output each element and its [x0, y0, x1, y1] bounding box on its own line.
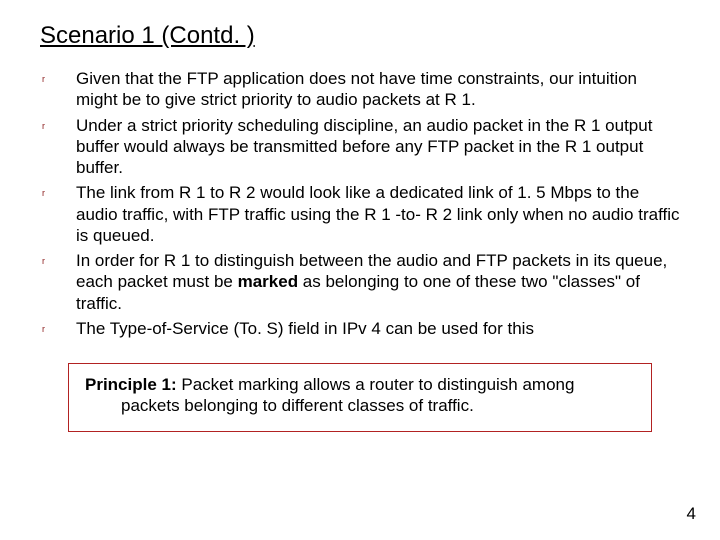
bullet-icon: r	[40, 68, 76, 85]
list-item: r Under a strict priority scheduling dis…	[40, 115, 680, 179]
bullet-icon: r	[40, 250, 76, 267]
bullet-list: r Given that the FTP application does no…	[40, 68, 680, 339]
slide-title: Scenario 1 (Contd. )	[40, 22, 680, 50]
bullet-text: In order for R 1 to distinguish between …	[76, 250, 680, 314]
principle-label: Principle 1:	[85, 375, 181, 394]
bullet-icon: r	[40, 182, 76, 199]
list-item: r In order for R 1 to distinguish betwee…	[40, 250, 680, 314]
principle-body: Packet marking allows a router to distin…	[121, 375, 574, 415]
page-number: 4	[687, 504, 696, 524]
list-item: r The Type-of-Service (To. S) field in I…	[40, 318, 680, 339]
list-item: r Given that the FTP application does no…	[40, 68, 680, 111]
slide-container: Scenario 1 (Contd. ) r Given that the FT…	[0, 0, 720, 432]
principle-box: Principle 1: Packet marking allows a rou…	[68, 363, 652, 432]
principle-text: Principle 1: Packet marking allows a rou…	[85, 374, 635, 417]
bullet-text: The link from R 1 to R 2 would look like…	[76, 182, 680, 246]
bullet-text: Under a strict priority scheduling disci…	[76, 115, 680, 179]
bullet-icon: r	[40, 115, 76, 132]
bullet-icon: r	[40, 318, 76, 335]
list-item: r The link from R 1 to R 2 would look li…	[40, 182, 680, 246]
bullet-text: Given that the FTP application does not …	[76, 68, 680, 111]
bullet-text: The Type-of-Service (To. S) field in IPv…	[76, 318, 680, 339]
